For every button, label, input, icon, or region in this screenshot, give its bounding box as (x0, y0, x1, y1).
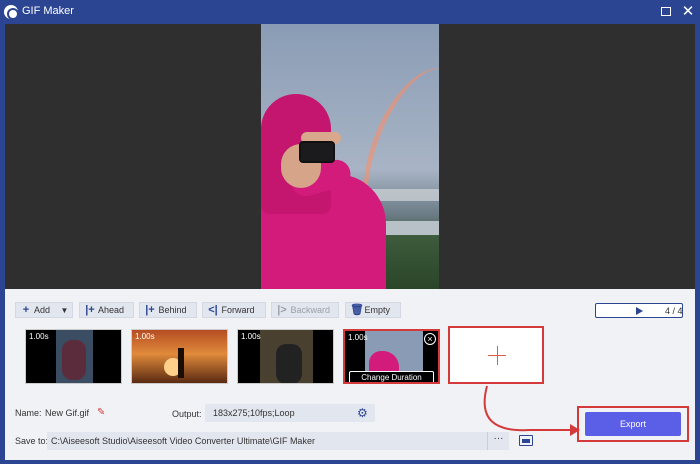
name-value: New Gif.gif (45, 408, 90, 418)
change-duration-button[interactable]: Change Duration (349, 371, 434, 382)
frame-thumbnail[interactable]: 1.00s (25, 329, 122, 384)
frame-duration: 1.00s (135, 332, 155, 341)
output-field: 183x275;10fps;Loop ⚙ (205, 404, 375, 422)
skyline-shape (371, 189, 439, 201)
behind-button[interactable]: |+ Behind (139, 302, 197, 318)
frame-thumbnail-selected[interactable]: 1.00s × Change Duration (343, 329, 440, 384)
preview-image (261, 24, 439, 289)
save-path-value: C:\Aiseesoft Studio\Aiseesoft Video Conv… (51, 436, 315, 446)
phone-shape (299, 141, 335, 163)
forward-icon: <| (208, 304, 218, 316)
frame-duration: 1.00s (241, 332, 261, 341)
close-button[interactable]: ✕ (680, 4, 696, 20)
save-label: Save to: (15, 436, 49, 446)
output-label: Output: (172, 409, 202, 419)
maximize-icon (661, 7, 671, 16)
gif-maker-window: GIF Maker ✕ + Add ▼ |+ Ahead |+ Behind <… (0, 0, 700, 464)
gear-icon[interactable]: ⚙ (357, 406, 368, 420)
frame-duration: 1.00s (348, 333, 368, 342)
ahead-icon: |+ (85, 304, 95, 316)
ahead-button[interactable]: |+ Ahead (79, 302, 134, 318)
remove-frame-icon[interactable]: × (424, 333, 436, 345)
edit-icon[interactable]: ✎ (97, 407, 105, 418)
backward-button[interactable]: |> Backward (271, 302, 339, 318)
add-frame-tile[interactable] (448, 326, 544, 384)
export-highlight: Export (577, 406, 689, 442)
maximize-button[interactable] (658, 4, 674, 20)
behind-icon: |+ (145, 304, 155, 316)
add-button[interactable]: + Add ▼ (15, 302, 73, 318)
title-bar: GIF Maker ✕ (0, 0, 700, 24)
save-path-field[interactable]: C:\Aiseesoft Studio\Aiseesoft Video Conv… (47, 432, 487, 450)
main-content: + Add ▼ |+ Ahead |+ Behind <| Forward |>… (5, 24, 695, 460)
backward-icon: |> (277, 304, 287, 316)
dropdown-arrow-icon: ▼ (60, 306, 69, 315)
output-value: 183x275;10fps;Loop (213, 408, 295, 418)
plus-icon: + (22, 304, 30, 316)
frame-thumbnail[interactable]: 1.00s (237, 329, 334, 384)
forward-button[interactable]: <| Forward (202, 302, 266, 318)
empty-button[interactable]: 🗑 Empty (345, 302, 401, 318)
trash-icon: 🗑 (350, 304, 364, 316)
preview-area (5, 24, 695, 289)
frame-thumbnail[interactable]: 1.00s (131, 329, 228, 384)
browse-button[interactable]: ··· (487, 432, 509, 450)
folder-icon[interactable] (519, 435, 533, 446)
name-label: Name: (15, 408, 42, 418)
app-logo-icon (4, 5, 19, 20)
window-title: GIF Maker (22, 5, 74, 17)
export-button[interactable]: Export (585, 412, 681, 436)
frame-duration: 1.00s (29, 332, 49, 341)
frame-counter: 4 / 4 (665, 306, 683, 316)
